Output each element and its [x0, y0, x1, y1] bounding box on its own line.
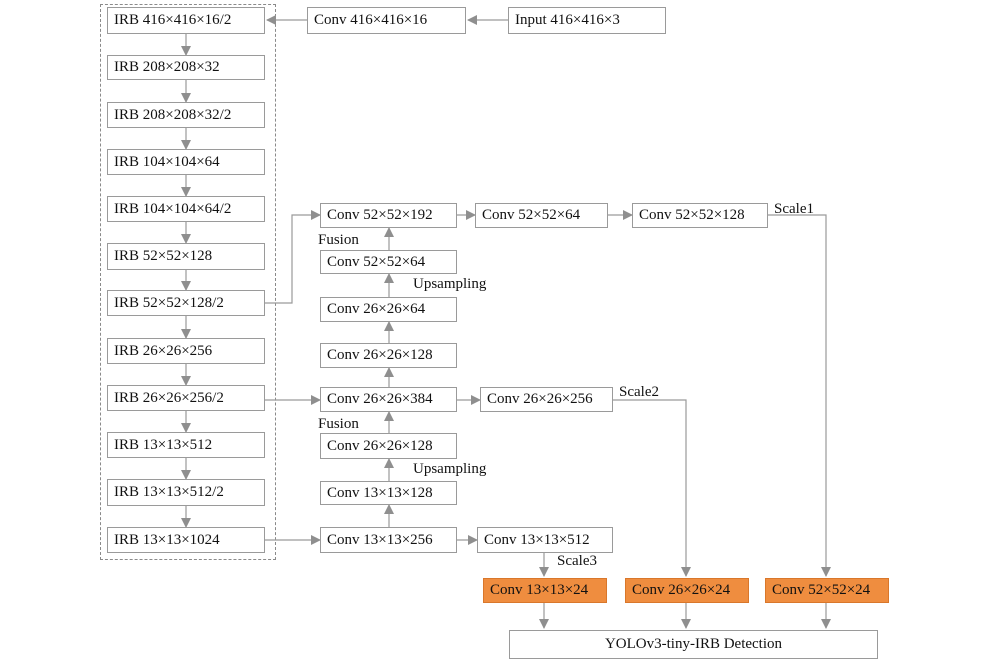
connector-layer	[181, 15, 831, 629]
irb-node-1: IRB 416×416×16/2	[107, 7, 265, 34]
irb-node-5: IRB 104×104×64/2	[107, 196, 265, 222]
conv-52-128-node: Conv 52×52×128	[632, 203, 768, 228]
fusion-label-26: Fusion	[318, 416, 359, 432]
arrow-irb7-to-conv52-192	[265, 210, 321, 304]
detection-output-node: YOLOv3-tiny-IRB Detection	[509, 630, 878, 659]
fusion-label-52: Fusion	[318, 232, 359, 248]
irb-node-8: IRB 26×26×256	[107, 338, 265, 364]
input-node: Input 416×416×3	[508, 7, 666, 34]
conv-26-128-node-b: Conv 26×26×128	[320, 433, 457, 459]
conv-52-64-node-b: Conv 52×52×64	[320, 250, 457, 274]
conv-13-256-node: Conv 13×13×256	[320, 527, 457, 553]
scale3-label: Scale3	[557, 553, 597, 569]
irb-node-7: IRB 52×52×128/2	[107, 290, 265, 316]
irb-node-3: IRB 208×208×32/2	[107, 102, 265, 128]
head-conv-26-node: Conv 26×26×24	[625, 578, 749, 603]
irb-node-10: IRB 13×13×512	[107, 432, 265, 458]
irb-node-9: IRB 26×26×256/2	[107, 385, 265, 411]
conv-26-384-node: Conv 26×26×384	[320, 387, 457, 412]
irb-node-11: IRB 13×13×512/2	[107, 479, 265, 506]
upsampling-label-13: Upsampling	[413, 461, 487, 477]
arrow-scale2-to-head26	[613, 399, 691, 577]
scale1-label: Scale1	[774, 201, 814, 217]
irb-node-4: IRB 104×104×64	[107, 149, 265, 175]
conv-13-512-node: Conv 13×13×512	[477, 527, 613, 553]
upsampling-label-26: Upsampling	[413, 276, 487, 292]
head-conv-13-node: Conv 13×13×24	[483, 578, 607, 603]
conv-52-192-node: Conv 52×52×192	[320, 203, 457, 228]
irb-node-2: IRB 208×208×32	[107, 55, 265, 80]
conv-26-256-node: Conv 26×26×256	[480, 387, 613, 412]
irb-node-6: IRB 52×52×128	[107, 243, 265, 270]
scale2-label: Scale2	[619, 384, 659, 400]
conv-26-64-node: Conv 26×26×64	[320, 297, 457, 322]
conv-13-128-node: Conv 13×13×128	[320, 481, 457, 505]
conv-416-node: Conv 416×416×16	[307, 7, 466, 34]
irb-node-12: IRB 13×13×1024	[107, 527, 265, 553]
yolov3-tiny-irb-architecture-diagram: Input 416×416×3 Conv 416×416×16 IRB 416×…	[0, 0, 986, 662]
head-conv-52-node: Conv 52×52×24	[765, 578, 889, 603]
conv-26-128-node-a: Conv 26×26×128	[320, 343, 457, 368]
conv-52-64-node-a: Conv 52×52×64	[475, 203, 608, 228]
arrow-scale1-to-head52	[768, 214, 831, 577]
